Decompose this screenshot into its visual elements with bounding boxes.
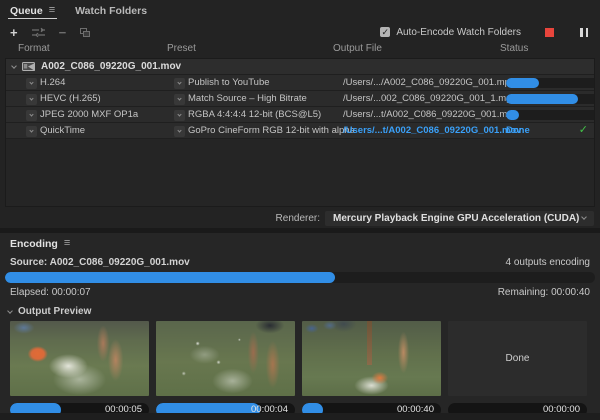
renderer-value: Mercury Playback Engine GPU Acceleration… <box>333 213 579 224</box>
renderer-label: Renderer: <box>276 213 320 224</box>
stop-button[interactable] <box>545 28 554 37</box>
source-line: Source: A002_C086_09220G_001.mov 4 outpu… <box>0 257 600 268</box>
output-row[interactable]: QuickTime GoPro CineForm RGB 12-bit with… <box>6 123 594 139</box>
format-link[interactable]: HEVC (H.265) <box>40 91 101 106</box>
collapse-chevron-icon[interactable] <box>11 63 17 69</box>
output-row[interactable]: JPEG 2000 MXF OP1a RGBA 4:4:4:4 12-bit (… <box>6 107 594 123</box>
video-clip-icon <box>22 61 35 72</box>
preview-thumbnail <box>302 321 441 396</box>
preview-card: 00:00:05 <box>10 321 149 417</box>
format-dropdown[interactable] <box>26 94 37 105</box>
output-row[interactable]: HEVC (H.265) Match Source – High Bitrate… <box>6 91 594 107</box>
pause-button[interactable] <box>580 28 588 37</box>
status-progress-bar <box>506 94 595 104</box>
chevron-down-icon <box>581 214 587 220</box>
queue-panel: Queue ≡ Watch Folders + − <box>0 0 600 57</box>
done-check-icon: ✓ <box>579 123 588 138</box>
column-format: Format <box>18 43 50 54</box>
renderer-row: Renderer: Mercury Playback Engine GPU Ac… <box>0 210 600 226</box>
auto-encode-checkbox[interactable]: ✓ Auto-Encode Watch Folders <box>380 27 521 38</box>
tab-encoding[interactable]: Encoding ≡ <box>10 233 70 254</box>
output-path: /Users/.../A002_C086_09220G_001.mp4 <box>343 75 501 90</box>
panel-bottom-edge <box>0 413 600 420</box>
preview-done-label: Done <box>506 353 530 364</box>
preview-thumbnail <box>10 321 149 396</box>
preset-dropdown[interactable] <box>174 78 185 89</box>
preset-link[interactable]: GoPro CineForm RGB 12-bit with alpha <box>188 123 355 138</box>
encoding-panel: Encoding ≡ Source: A002_C086_09220G_001.… <box>0 233 600 420</box>
auto-encode-label: Auto-Encode Watch Folders <box>396 27 521 38</box>
column-output-file: Output File <box>333 43 382 54</box>
preview-card: Done 00:00:00 <box>448 321 587 417</box>
media-encoder-window: Queue ≡ Watch Folders + − <box>0 0 600 420</box>
queue-tabstrip: Queue ≡ Watch Folders <box>0 0 600 21</box>
outputs-encoding-label: 4 outputs encoding <box>505 257 590 268</box>
preset-dropdown[interactable] <box>174 94 185 105</box>
remove-button[interactable]: − <box>59 26 67 39</box>
format-dropdown[interactable] <box>26 78 37 89</box>
queue-table: A002_C086_09220G_001.mov H.264 Publish t… <box>5 58 595 207</box>
column-preset: Preset <box>167 43 196 54</box>
tab-queue-label: Queue <box>10 5 43 17</box>
format-link[interactable]: H.264 <box>40 75 65 90</box>
status-progress-bar <box>506 78 595 88</box>
preset-link[interactable]: Publish to YouTube <box>188 75 270 90</box>
encoding-tabstrip: Encoding ≡ <box>0 233 600 254</box>
format-dropdown[interactable] <box>26 110 37 121</box>
format-link[interactable]: QuickTime <box>40 123 85 138</box>
duplicate-button[interactable] <box>80 28 90 37</box>
preset-link[interactable]: RGBA 4:4:4:4 12-bit (BCS@L5) <box>188 107 321 122</box>
format-link[interactable]: JPEG 2000 MXF OP1a <box>40 107 138 122</box>
tab-watch-folders[interactable]: Watch Folders <box>75 0 147 21</box>
source-group-row[interactable]: A002_C086_09220G_001.mov <box>6 59 594 75</box>
output-path: /Users/...002_C086_09220G_001_1.mp4 <box>343 91 501 106</box>
encoding-source-label: Source: A002_C086_09220G_001.mov <box>10 257 190 268</box>
preset-dropdown[interactable] <box>174 110 185 121</box>
panel-menu-icon[interactable]: ≡ <box>64 238 70 249</box>
preview-thumbnail <box>156 321 295 396</box>
preview-card: 00:00:40 <box>302 321 441 417</box>
preview-card: 00:00:04 <box>156 321 295 417</box>
column-status: Status <box>500 43 528 54</box>
output-preview-header[interactable]: Output Preview <box>0 306 600 317</box>
status-progress-bar <box>506 110 595 120</box>
preset-dropdown[interactable] <box>174 126 185 137</box>
output-row[interactable]: H.264 Publish to YouTube /Users/.../A002… <box>6 75 594 91</box>
status-done-label: Done <box>506 123 530 138</box>
output-path: /Users/...t/A002_C086_09220G_001.mxf <box>343 107 501 122</box>
active-tab-underline <box>8 18 57 19</box>
queue-toolbar: + − ✓ Auto-Encode Watch Folders <box>0 21 600 43</box>
renderer-select[interactable]: Mercury Playback Engine GPU Acceleration… <box>325 211 594 226</box>
add-output-icon[interactable] <box>32 27 45 38</box>
panel-menu-icon[interactable]: ≡ <box>49 5 55 16</box>
preview-thumbnail-done: Done <box>448 321 587 396</box>
add-source-button[interactable]: + <box>10 26 18 39</box>
checkbox-check-icon: ✓ <box>380 27 390 37</box>
elapsed-label: Elapsed: 00:00:07 <box>10 287 91 298</box>
encoding-progress-bar <box>5 272 595 283</box>
output-path-link[interactable]: /Users/...t/A002_C086_09220G_001.mov <box>343 123 501 138</box>
source-file-name: A002_C086_09220G_001.mov <box>41 61 181 72</box>
format-dropdown[interactable] <box>26 126 37 137</box>
output-previews: 00:00:05 00:00:04 00:00:40 Done <box>0 317 600 417</box>
queue-column-headers: Format Preset Output File Status <box>0 43 600 57</box>
tab-encoding-label: Encoding <box>10 238 58 250</box>
output-preview-label: Output Preview <box>18 306 91 317</box>
remaining-label: Remaining: 00:00:40 <box>498 287 590 298</box>
time-line: Elapsed: 00:00:07 Remaining: 00:00:40 <box>0 287 600 298</box>
preset-link[interactable]: Match Source – High Bitrate <box>188 91 307 106</box>
collapse-chevron-icon <box>7 308 13 314</box>
tab-queue[interactable]: Queue ≡ <box>10 0 55 21</box>
tab-watch-folders-label: Watch Folders <box>75 5 147 17</box>
